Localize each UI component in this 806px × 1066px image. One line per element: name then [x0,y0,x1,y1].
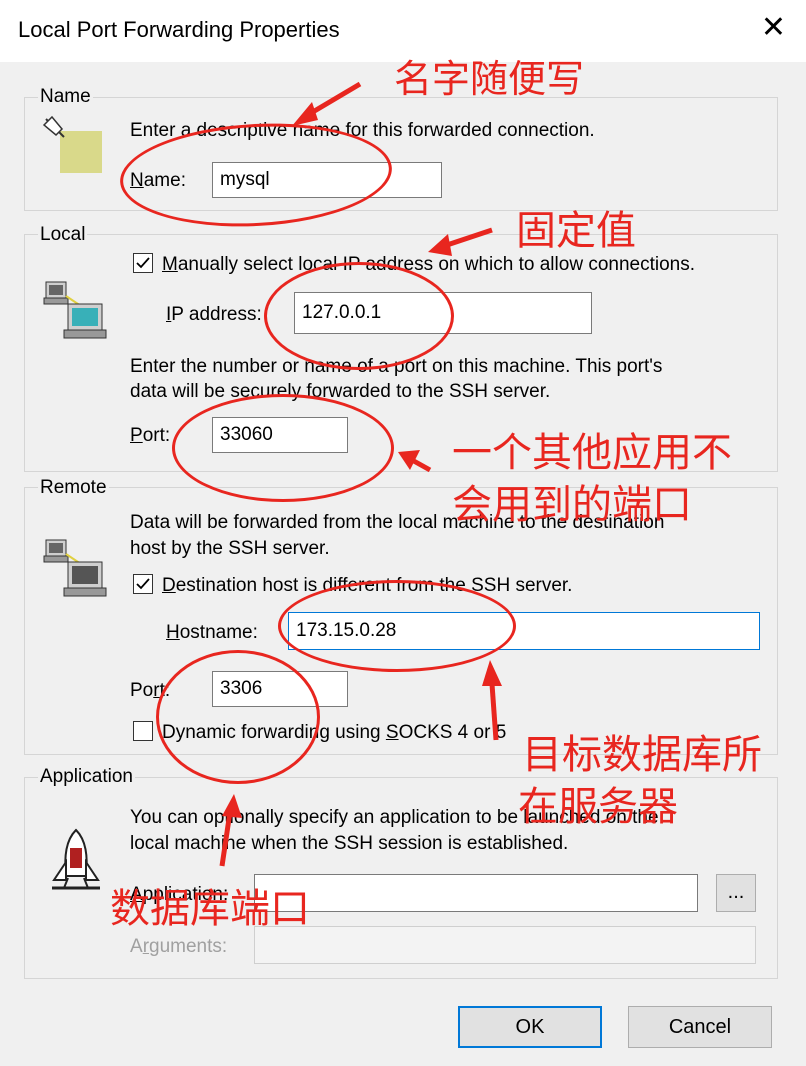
local-port-label: Port: [130,425,171,446]
local-port-highlight [172,394,394,502]
local-group-legend: Local [38,224,88,246]
checkmark-icon [136,257,150,269]
hostname-label: Hostname: [166,622,258,643]
browse-application-button[interactable]: ... [716,874,756,912]
annotation-port-1: 一个其他应用不 [452,430,732,476]
ip-field-highlight [264,262,454,370]
window-title: Local Port Forwarding Properties [18,17,340,42]
arguments-input[interactable] [254,926,756,964]
remote-group-legend: Remote [38,477,109,499]
name-group-legend: Name [38,86,93,108]
remote-port-highlight [156,650,320,784]
computer-network-icon [40,278,112,342]
manual-ip-label: Manually select local IP address on whic… [162,254,695,275]
name-tag-icon [42,115,108,177]
annotation-name: 名字随便写 [394,57,585,101]
remote-description-2: host by the SSH server. [130,538,330,559]
hostname-highlight [278,580,516,672]
annotation-host-1: 目标数据库所 [522,732,762,778]
application-group-legend: Application [38,766,135,788]
application-description-2: local machine when the SSH session is es… [130,833,569,854]
annotation-ip: 固定值 [516,208,636,254]
manual-ip-checkbox[interactable] [133,253,153,273]
rocket-launch-icon [44,826,108,894]
ok-button[interactable]: OK [458,1006,602,1048]
application-input[interactable] [254,874,698,912]
annotation-host-2: 在服务器 [518,784,678,830]
checkmark-icon [136,578,150,590]
annotation-db-port: 数据库端口 [110,886,310,932]
cancel-button[interactable]: Cancel [628,1006,772,1048]
arguments-label: Arguments: [130,936,228,957]
remote-computer-icon [40,536,112,600]
close-icon[interactable]: ✕ [761,10,786,46]
dynamic-forwarding-checkbox[interactable] [133,721,153,741]
local-port-description-2: data will be securely forwarded to the S… [130,381,551,402]
destination-host-checkbox[interactable] [133,574,153,594]
ip-address-label: IP address: [166,304,262,325]
annotation-port-2: 会用到的端口 [452,482,692,528]
